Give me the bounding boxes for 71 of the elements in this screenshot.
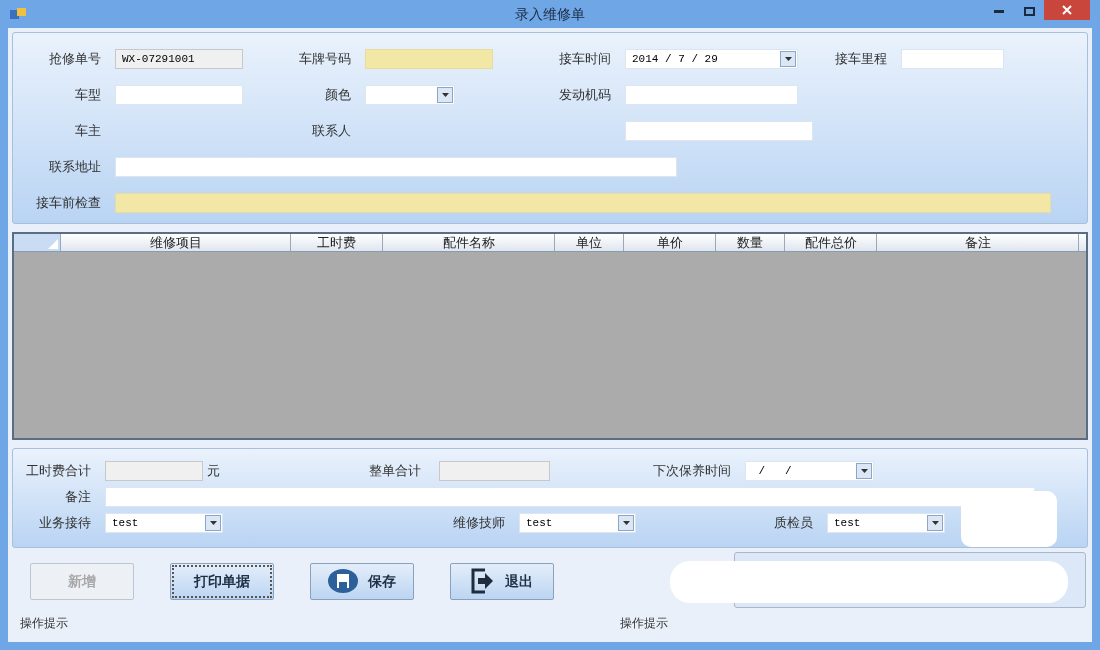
caret-icon	[209, 521, 217, 525]
caret-icon	[784, 57, 792, 61]
field-label: 联系地址	[49, 158, 101, 177]
close-button[interactable]	[1044, 0, 1090, 20]
dropdown-button[interactable]	[927, 515, 943, 531]
field-label: 颜色	[325, 86, 351, 105]
field-label: 接车时间	[559, 50, 611, 69]
input-field[interactable]	[105, 487, 1035, 507]
floppy-disk-icon	[328, 569, 358, 593]
dropdown-field[interactable]: test	[105, 513, 223, 533]
field-label: 联系人	[312, 122, 351, 141]
close-icon	[1062, 5, 1072, 15]
caret-icon	[860, 469, 868, 473]
field-label: 整单合计	[369, 462, 421, 481]
field-label: 工时费合计	[26, 462, 91, 481]
window-title: 录入维修单	[515, 4, 585, 24]
column-header[interactable]: 数量	[716, 234, 785, 251]
input-field[interactable]	[115, 193, 1051, 213]
caret-icon	[441, 93, 449, 97]
input-field[interactable]	[115, 157, 677, 177]
action-button[interactable]: 打印单据	[170, 562, 274, 600]
field-label: 车主	[75, 122, 101, 141]
caret-icon	[622, 521, 630, 525]
app-icon	[10, 8, 26, 20]
column-header[interactable]: 配件名称	[383, 234, 555, 251]
field-label: 车牌号码	[299, 50, 351, 69]
field-label: 下次保养时间	[653, 462, 731, 481]
dropdown-button[interactable]	[780, 51, 796, 67]
input-field[interactable]	[901, 49, 1004, 69]
field-label: 接车里程	[835, 50, 887, 69]
field-label: 质检员	[774, 514, 813, 533]
dropdown-field[interactable]: test	[827, 513, 945, 533]
select-all-corner[interactable]	[14, 234, 61, 251]
field-label: 维修技师	[453, 514, 505, 533]
date-picker[interactable]: 2014 / 7 / 29	[625, 49, 798, 69]
dropdown-button[interactable]	[618, 515, 634, 531]
dropdown-button[interactable]	[205, 515, 221, 531]
field-label: 业务接待	[39, 514, 91, 533]
input-field[interactable]	[625, 85, 798, 105]
date-picker[interactable]: / /	[745, 461, 874, 481]
field-label: 备注	[65, 488, 91, 507]
column-header[interactable]: 维修项目	[61, 234, 291, 251]
dropdown-field[interactable]: test	[519, 513, 636, 533]
dropdown-field[interactable]	[365, 85, 455, 105]
dropdown-button[interactable]	[856, 463, 872, 479]
status-text: 操作提示	[20, 616, 68, 630]
column-header[interactable]: 配件总价	[785, 234, 877, 251]
status-text: 操作提示	[620, 616, 668, 630]
column-header[interactable]: 单价	[624, 234, 716, 251]
input-field[interactable]	[365, 49, 493, 69]
field-label: 发动机码	[559, 86, 611, 105]
input-field[interactable]: WX-07291001	[115, 49, 243, 69]
field-label: 抢修单号	[49, 50, 101, 69]
caret-icon	[931, 521, 939, 525]
input-field[interactable]	[439, 461, 550, 481]
column-header[interactable]: 单位	[555, 234, 624, 251]
field-label: 车型	[75, 86, 101, 105]
dropdown-button[interactable]	[437, 87, 453, 103]
exit-button[interactable]: 退出	[450, 562, 554, 600]
column-header[interactable]: 工时费	[291, 234, 383, 251]
exit-icon	[471, 568, 495, 594]
save-button[interactable]: 保存	[310, 562, 414, 600]
field-label: 接车前检查	[36, 194, 101, 213]
unit-label: 元	[207, 462, 220, 481]
input-field[interactable]	[625, 121, 813, 141]
maximize-icon	[1023, 6, 1035, 16]
input-field[interactable]	[115, 85, 243, 105]
input-field[interactable]	[105, 461, 203, 481]
triangle-icon	[48, 239, 58, 249]
minimize-icon	[994, 9, 1004, 13]
column-header[interactable]: 备注	[877, 234, 1079, 251]
